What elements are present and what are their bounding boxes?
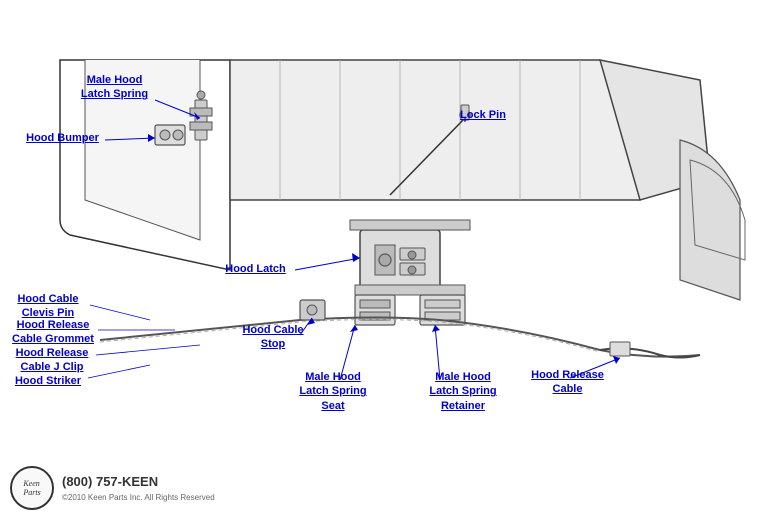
footer-info: (800) 757-KEEN ©2010 Keen Parts Inc. All… — [62, 472, 215, 504]
label-hood-cable-clevis-pin[interactable]: Hood CableClevis Pin — [8, 292, 88, 321]
diagram-container: Male HoodLatch Spring Hood Bumper Lock Pin… — [0, 0, 770, 518]
label-male-hood-latch-spring-seat[interactable]: Male HoodLatch SpringSeat — [292, 370, 374, 413]
label-male-hood-latch-spring-retainer[interactable]: Male HoodLatch SpringRetainer — [418, 370, 508, 413]
label-hood-striker[interactable]: Hood Striker — [8, 374, 88, 388]
phone-number: (800) 757-KEEN — [62, 472, 215, 492]
label-hood-cable-stop[interactable]: Hood CableStop — [237, 323, 309, 352]
label-hood-release-cable-grommet[interactable]: Hood ReleaseCable Grommet — [8, 318, 98, 347]
label-lock-pin[interactable]: Lock Pin — [448, 108, 518, 122]
label-hood-latch[interactable]: Hood Latch — [218, 262, 293, 276]
footer-logo: KeenParts (800) 757-KEEN ©2010 Keen Part… — [10, 466, 215, 510]
label-hood-release-cable-j-clip[interactable]: Hood ReleaseCable J Clip — [8, 346, 96, 375]
label-hood-release-cable[interactable]: Hood ReleaseCable — [525, 368, 610, 397]
label-hood-bumper[interactable]: Hood Bumper — [20, 131, 105, 145]
label-male-hood-latch-spring[interactable]: Male HoodLatch Spring — [72, 73, 157, 102]
logo-image: KeenParts — [10, 466, 54, 510]
copyright-text: ©2010 Keen Parts Inc. All Rights Reserve… — [62, 492, 215, 504]
